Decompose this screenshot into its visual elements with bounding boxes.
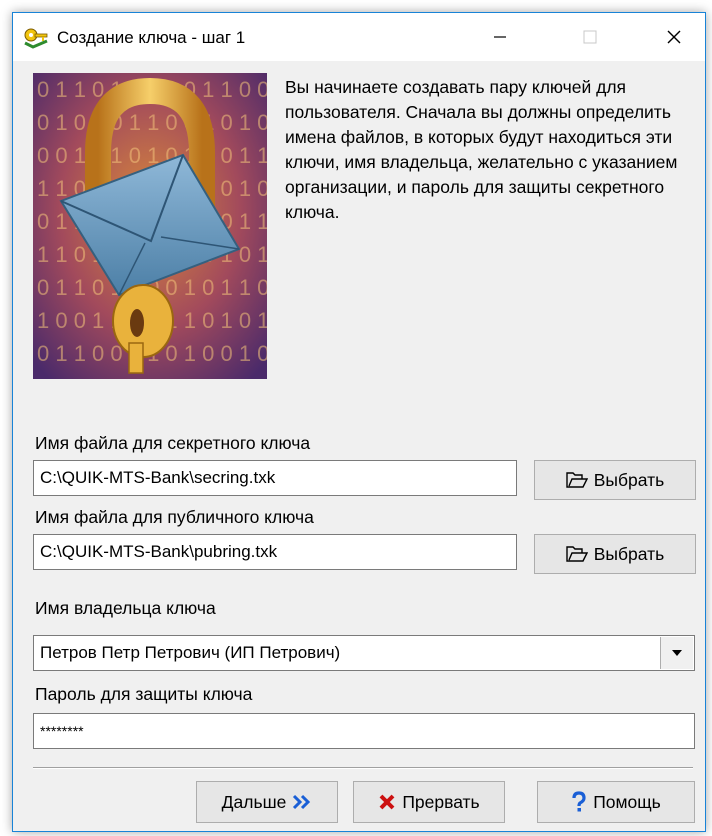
abort-button-label: Прервать — [402, 791, 480, 812]
owner-combobox[interactable]: Петров Петр Петрович (ИП Петрович) — [33, 635, 695, 671]
title-bar[interactable]: Создание ключа - шаг 1 — [13, 13, 705, 61]
owner-value: Петров Петр Петрович (ИП Петрович) — [40, 643, 341, 662]
password-input[interactable]: ******** — [33, 713, 695, 749]
intro-text: Вы начинаете создавать пару ключей для п… — [285, 77, 678, 222]
maximize-icon — [583, 30, 597, 44]
maximize-button[interactable] — [561, 13, 619, 61]
next-button-label: Дальше — [221, 791, 287, 812]
next-button[interactable]: Дальше — [196, 781, 338, 823]
close-button[interactable] — [645, 13, 703, 61]
padlock-envelope-illustration: 0 1 1 0 1 1 0 0 0 1 1 0 00 1 0 1 0 1 1 0… — [33, 73, 267, 379]
owner-dropdown-button[interactable] — [660, 637, 693, 669]
abort-button[interactable]: Прервать — [353, 781, 505, 823]
browse-secret-key-button[interactable]: Выбрать — [534, 460, 696, 500]
owner-label: Имя владельца ключа — [35, 598, 216, 618]
browse-secret-key-label: Выбрать — [593, 469, 665, 490]
secret-key-label: Имя файла для секретного ключа — [35, 433, 311, 453]
dialog-window: Создание ключа - шаг 1 0 1 1 0 1 1 0 0 0… — [12, 12, 706, 832]
double-chevron-right-icon — [293, 794, 311, 810]
key-wizard-icon — [24, 28, 48, 49]
window-title: Создание ключа - шаг 1 — [57, 28, 246, 47]
password-label: Пароль для защиты ключа — [35, 684, 253, 704]
browse-public-key-button[interactable]: Выбрать — [534, 534, 696, 574]
binary-digit-row: 0 0 1 0 1 0 1 0 1 0 0 1 1 — [37, 143, 267, 168]
binary-digit-row: 0 1 0 1 0 1 1 0 0 1 0 1 0 — [37, 110, 267, 135]
chevron-down-icon — [672, 650, 682, 656]
browse-public-key-label: Выбрать — [593, 543, 665, 564]
public-key-path-input[interactable]: C:\QUIK-MTS-Bank\pubring.txk — [33, 534, 517, 570]
close-icon — [667, 30, 681, 44]
minimize-button[interactable] — [471, 13, 529, 61]
folder-open-icon — [566, 472, 588, 488]
divider — [33, 767, 693, 769]
help-button[interactable]: Помощь — [537, 781, 695, 823]
minimize-icon — [494, 36, 506, 38]
secret-key-path-input[interactable]: C:\QUIK-MTS-Bank\secring.txk — [33, 460, 517, 496]
red-x-icon — [379, 794, 395, 810]
help-button-label: Помощь — [593, 791, 661, 812]
public-key-label: Имя файла для публичного ключа — [35, 507, 314, 527]
help-question-icon — [572, 791, 586, 812]
folder-open-icon — [566, 546, 588, 562]
